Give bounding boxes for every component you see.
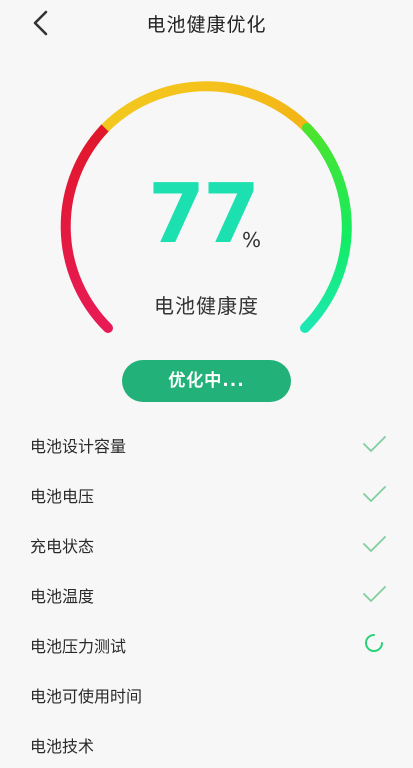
- battery-health-gauge: 77 % 电池健康度: [0, 46, 413, 346]
- list-item-label: 电池可使用时间: [30, 687, 143, 706]
- check-icon: [363, 436, 386, 452]
- list-item-label: 电池温度: [30, 587, 95, 606]
- list-item-label: 充电状态: [30, 537, 95, 556]
- list-item-voltage: 电池电压: [0, 468, 413, 518]
- list-item-stress-test: 电池压力测试: [0, 618, 413, 668]
- top-bar: 电池健康优化: [0, 0, 413, 46]
- list-item-design-capacity: 电池设计容量: [0, 418, 413, 468]
- list-item-temperature: 电池温度: [0, 568, 413, 618]
- list-item-label: 电池压力测试: [30, 637, 127, 656]
- list-item-usable-time: 电池可使用时间: [0, 668, 413, 718]
- check-icon: [363, 586, 386, 602]
- list-item-label: 电池电压: [30, 487, 95, 506]
- list-item-label: 电池技术: [30, 737, 95, 756]
- page-title: 电池健康优化: [146, 14, 267, 36]
- list-item-label: 电池设计容量: [30, 437, 127, 456]
- loading-spinner-icon: [365, 634, 383, 652]
- gauge-segment-mid: [101, 81, 311, 132]
- check-icon: [363, 486, 386, 502]
- check-list: 电池设计容量 电池电压 充电状态 电池温度 电池压力测试 电池可使用时间 电池技…: [0, 418, 413, 768]
- list-item-charging-status: 充电状态: [0, 518, 413, 568]
- check-icon: [363, 536, 386, 552]
- list-item-battery-tech: 电池技术: [0, 718, 413, 768]
- optimizing-button[interactable]: 优化中...: [122, 360, 291, 402]
- percent-unit: %: [242, 228, 262, 252]
- gauge-label: 电池健康度: [154, 294, 259, 318]
